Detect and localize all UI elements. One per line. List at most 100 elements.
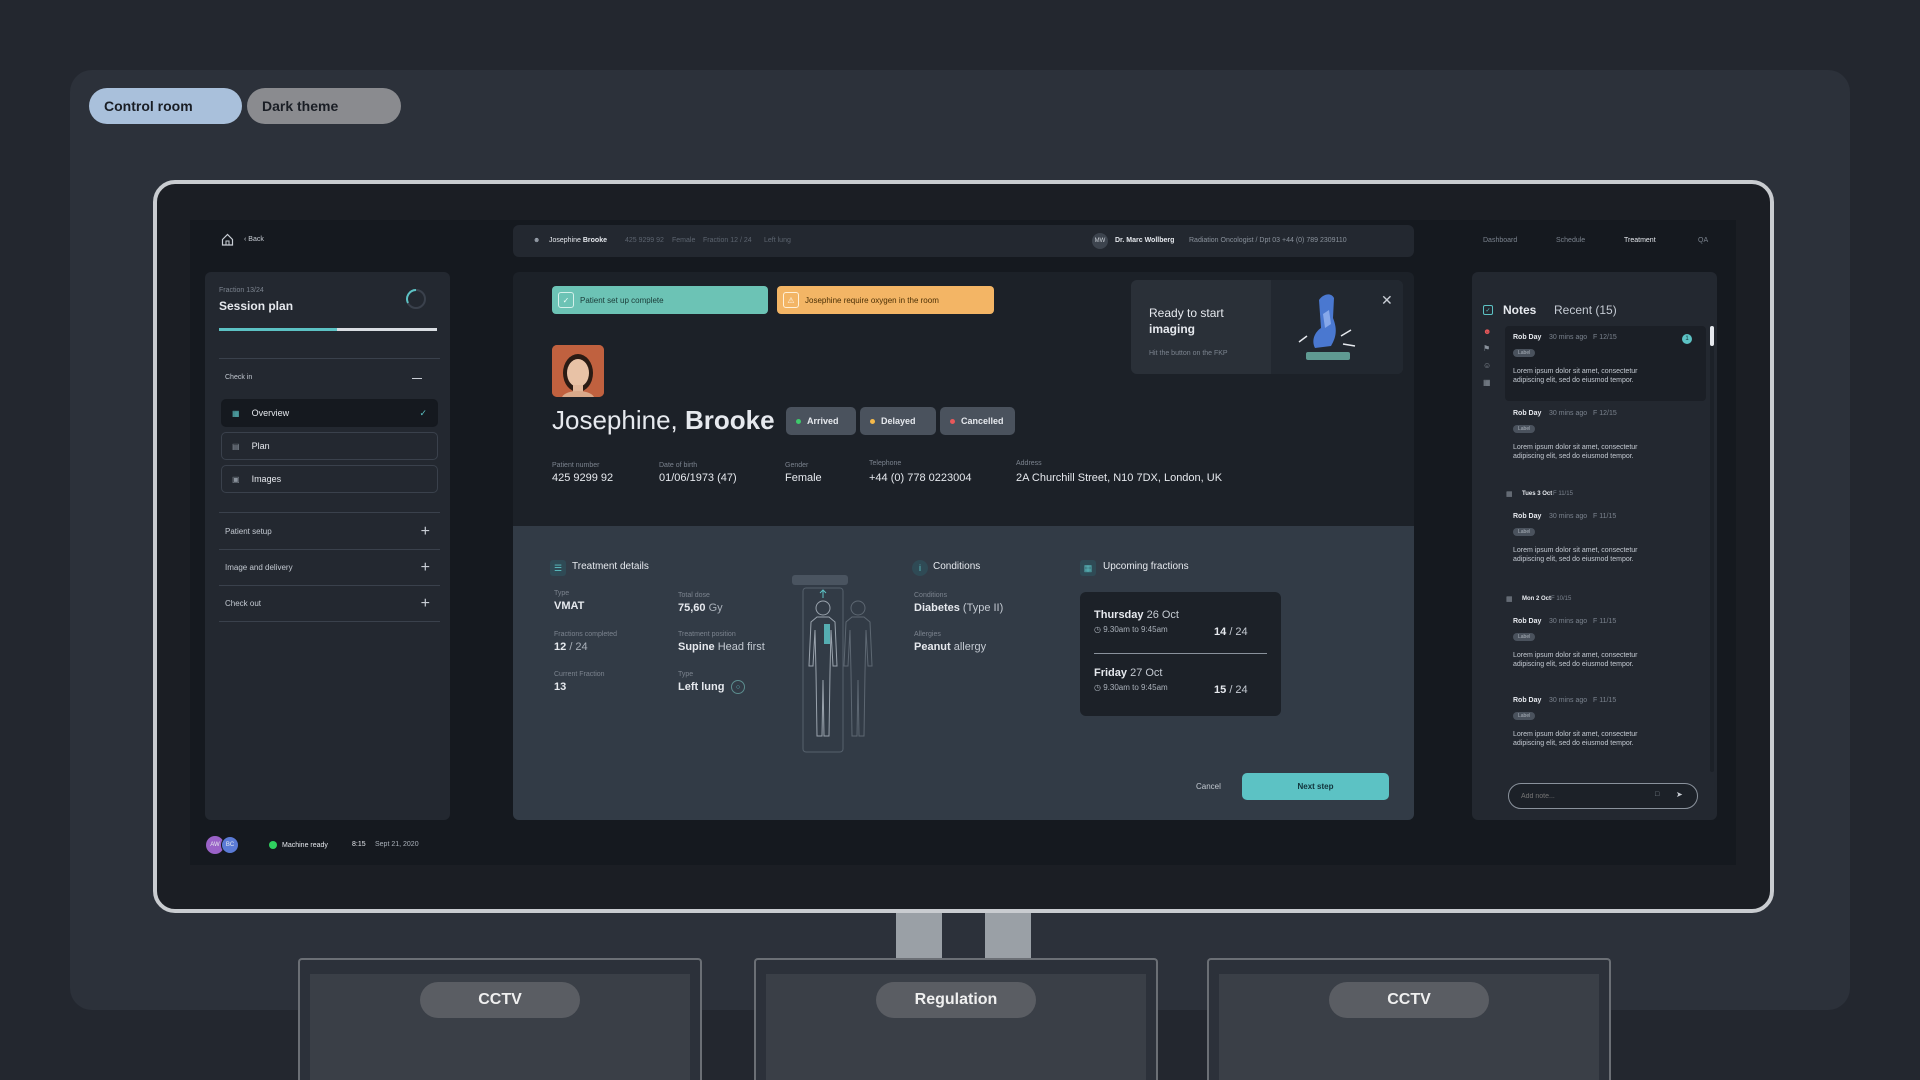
oxygen-alert: ⚠ Josephine require oxygen in the room	[777, 286, 994, 314]
note-item[interactable]: Rob Day 30 mins ago F 12/15 1 Label Lore…	[1505, 326, 1706, 401]
note-fraction: F 11/15	[1593, 513, 1617, 520]
plan-label: Plan	[251, 441, 270, 451]
patient-first-name: Josephine,	[552, 405, 678, 435]
section-image-delivery[interactable]: Image and delivery +	[219, 550, 440, 586]
position-label: Treatment position	[678, 631, 736, 638]
regulation-label[interactable]: Regulation	[876, 982, 1036, 1018]
badge-cancelled[interactable]: Cancelled	[940, 407, 1015, 435]
lung-icon: ○	[731, 680, 745, 694]
current-fraction: 13	[554, 681, 567, 693]
nav-treatment[interactable]: Treatment	[1624, 237, 1656, 244]
note-body: adipiscing elit, sed do eiusmod tempor.	[1513, 661, 1634, 668]
unread-badge: 1	[1682, 334, 1692, 344]
nav-item-overview[interactable]: ▦ Overview ✓	[221, 399, 438, 427]
attach-icon[interactable]: □	[1655, 791, 1659, 798]
fraction-item[interactable]: Friday 27 Oct ◷ 9.30am to 9:45am 15 / 24	[1080, 654, 1281, 715]
send-icon[interactable]: ➤	[1676, 790, 1683, 799]
delayed-dot	[870, 418, 875, 424]
doctor-avatar: MW	[1092, 233, 1108, 249]
add-note-field[interactable]: □ ➤	[1508, 783, 1698, 809]
nav-schedule[interactable]: Schedule	[1556, 237, 1585, 244]
note-body: adipiscing elit, sed do eiusmod tempor.	[1513, 556, 1634, 563]
note-body: Lorem ipsum dolor sit amet, consectetur	[1513, 731, 1638, 738]
treatment-title: Treatment details	[572, 561, 649, 572]
session-fraction: Fraction 13/24	[219, 287, 264, 294]
note-item[interactable]: Rob Day 30 mins ago F 11/15 Label Lorem …	[1509, 513, 1705, 573]
conditions-title: Conditions	[933, 561, 981, 572]
cctv-label-right[interactable]: CCTV	[1329, 982, 1489, 1018]
nav-item-plan[interactable]: ▤ Plan	[221, 432, 438, 460]
notes-icon[interactable]: ✓	[1483, 305, 1493, 315]
grid-icon[interactable]: ▦	[1483, 378, 1491, 387]
dark-theme-label: Dark theme	[262, 98, 339, 114]
address-label: Address	[1016, 460, 1042, 467]
header-first-name: Josephine	[549, 237, 581, 244]
fractions-title: Upcoming fractions	[1103, 561, 1189, 572]
section-patient-setup[interactable]: Patient setup +	[219, 514, 440, 550]
note-body: Lorem ipsum dolor sit amet, consectetur	[1513, 652, 1638, 659]
header-gender: Female	[672, 237, 696, 244]
note-item[interactable]: Rob Day 30 mins ago F 11/15 Label Lorem …	[1509, 697, 1705, 757]
calendar-icon: ▦	[1506, 596, 1513, 603]
note-author: Rob Day	[1513, 334, 1542, 341]
person-icon[interactable]: ☺	[1483, 361, 1491, 370]
note-item[interactable]: Rob Day 30 mins ago F 11/15 Label Lorem …	[1509, 618, 1705, 678]
fraction-total: / 24	[1229, 684, 1248, 696]
ready-line1: Ready to start	[1149, 306, 1224, 320]
collapse-icon[interactable]	[412, 378, 422, 379]
close-icon[interactable]: ✕	[1381, 292, 1393, 309]
nav-qa[interactable]: QA	[1698, 237, 1708, 244]
note-item[interactable]: Rob Day 30 mins ago F 12/15 Label Lorem …	[1509, 410, 1705, 470]
clock-icon: ◷	[1094, 683, 1104, 692]
fraction-day-name: Thursday	[1094, 609, 1144, 621]
note-label-chip: Label	[1513, 349, 1536, 357]
fraction-item[interactable]: Thursday 26 Oct ◷ 9.30am to 9:45am 14 / …	[1080, 592, 1281, 653]
fractions-completed-label: Fractions completed	[554, 631, 618, 638]
cancel-button[interactable]: Cancel	[1196, 782, 1221, 791]
nav-item-images[interactable]: ▣ Images	[221, 465, 438, 493]
fraction-n: 14	[1214, 626, 1227, 638]
back-link[interactable]: ‹ Back	[244, 236, 264, 243]
check-out-label: Check out	[225, 599, 262, 608]
document-icon: ▤	[232, 441, 240, 451]
telephone-label: Telephone	[869, 460, 902, 467]
session-title: Session plan	[219, 299, 294, 313]
condition: Diabetes (Type II)	[914, 602, 1003, 614]
plus-icon: +	[420, 522, 430, 540]
note-group-date: Mon 2 Oct	[1522, 596, 1552, 602]
add-note-input[interactable]	[1521, 790, 1631, 802]
fraction-day: Friday 27 Oct	[1094, 667, 1162, 679]
note-ago: 30 mins ago	[1549, 513, 1588, 520]
header-fraction: Fraction 12 / 24	[703, 237, 752, 244]
patient-setup-label: Patient setup	[225, 527, 272, 536]
avatar[interactable]: BC	[221, 836, 239, 854]
section-check-out[interactable]: Check out +	[219, 586, 440, 622]
back-label: Back	[248, 236, 264, 243]
fraction-count: 15 / 24	[1214, 684, 1248, 696]
notes-recent[interactable]: Recent (15)	[1554, 303, 1617, 317]
badge-arrived[interactable]: Arrived	[786, 407, 856, 435]
arrived-dot	[796, 418, 801, 424]
progress-ring-icon	[406, 289, 426, 309]
scrollbar-thumb[interactable]	[1710, 326, 1714, 346]
flag-icon[interactable]: ⚑	[1483, 344, 1490, 353]
cctv-monitor-left: CCTV	[298, 958, 702, 1080]
note-author: Rob Day	[1513, 697, 1542, 704]
control-room-label: Control room	[104, 98, 193, 114]
control-room-pill[interactable]: Control room	[89, 88, 242, 124]
images-label: Images	[251, 474, 282, 484]
badge-delayed[interactable]: Delayed	[860, 407, 936, 435]
treatment-position: Supine Head first	[678, 641, 765, 653]
note-ago: 30 mins ago	[1549, 697, 1588, 704]
fractions-completed: 12 / 24	[554, 641, 588, 653]
dark-theme-pill[interactable]: Dark theme	[247, 88, 401, 124]
image-delivery-label: Image and delivery	[225, 563, 293, 572]
note-body: Lorem ipsum dolor sit amet, consectetur	[1513, 547, 1638, 554]
next-step-button[interactable]: Next step	[1242, 773, 1389, 800]
scrollbar[interactable]	[1710, 326, 1714, 772]
nav-dashboard[interactable]: Dashboard	[1483, 237, 1517, 244]
home-icon[interactable]	[220, 232, 234, 246]
cctv-label-left[interactable]: CCTV	[420, 982, 580, 1018]
user-alert-icon[interactable]: ☻	[1483, 327, 1491, 336]
fraction-date: 27 Oct	[1130, 667, 1163, 679]
